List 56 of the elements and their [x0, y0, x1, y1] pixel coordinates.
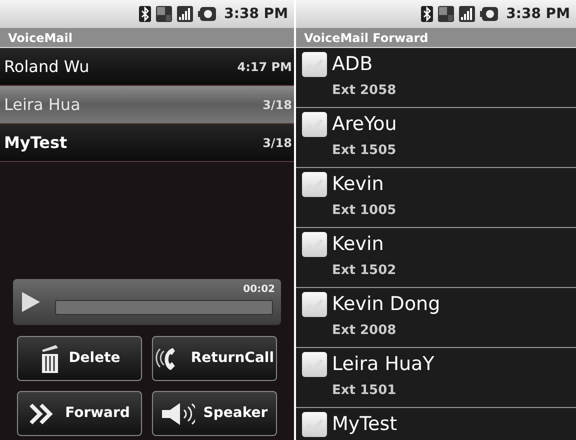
contact-name: Kevin	[332, 232, 384, 258]
message-time: 3/18	[262, 96, 292, 114]
contact-row[interactable]: Leira HuaY Ext 1501	[296, 348, 576, 408]
checkbox[interactable]	[302, 412, 327, 437]
contact-name: Kevin Dong	[332, 292, 440, 318]
contact-row[interactable]: ADB Ext 2058	[296, 48, 576, 108]
progress-track[interactable]	[55, 300, 273, 314]
bluetooth-icon	[139, 6, 152, 22]
battery-unknown-icon	[480, 7, 498, 21]
status-time: 3:38 PM	[506, 4, 570, 24]
message-time: 4:17 PM	[237, 58, 292, 76]
checkbox[interactable]	[302, 172, 327, 197]
contact-row[interactable]: MyTest	[296, 408, 576, 440]
extension: Ext 1501	[332, 382, 398, 400]
extension: Ext 1505	[332, 142, 398, 160]
checkbox[interactable]	[302, 292, 327, 317]
checkbox[interactable]	[302, 352, 327, 377]
play-icon[interactable]	[21, 291, 41, 313]
contact-row[interactable]: AreYou Ext 1505	[296, 108, 576, 168]
battery-unknown-icon	[198, 7, 216, 21]
caller-name: MyTest	[4, 132, 68, 154]
contact-name: AreYou	[332, 112, 397, 138]
app-title-bar: VoiceMail Forward	[296, 28, 576, 48]
contact-name: Kevin	[332, 172, 384, 198]
contact-name: Leira HuaY	[332, 352, 434, 378]
network-icon	[156, 6, 172, 22]
status-time: 3:38 PM	[224, 4, 288, 24]
contact-row[interactable]: Kevin Ext 1502	[296, 228, 576, 288]
extension: Ext 2008	[332, 322, 398, 340]
action-button[interactable]: Speaker	[152, 391, 277, 436]
contact-name: MyTest	[332, 412, 398, 438]
speaker-icon	[161, 402, 196, 426]
elapsed-time: 00:02	[243, 283, 275, 297]
contact-row[interactable]: Kevin Ext 1005	[296, 168, 576, 228]
app-title-bar: VoiceMail	[0, 28, 294, 48]
network-icon	[438, 6, 454, 22]
signal-icon	[177, 6, 194, 22]
checkbox[interactable]	[302, 52, 327, 77]
action-button[interactable]: ReturnCall	[152, 336, 277, 381]
extension: Ext 1502	[332, 262, 398, 280]
signal-icon	[459, 6, 476, 22]
voicemail-row[interactable]: Leira Hua 3/18	[0, 86, 294, 124]
checkbox[interactable]	[302, 232, 327, 257]
extension: Ext 1005	[332, 202, 398, 220]
checkbox[interactable]	[302, 112, 327, 137]
voicemail-row[interactable]: MyTest 3/18	[0, 124, 294, 162]
extension: Ext 2058	[332, 82, 398, 100]
contact-name: ADB	[332, 52, 373, 78]
voicemail-row[interactable]: Roland Wu 4:17 PM	[0, 48, 294, 86]
bluetooth-icon	[421, 6, 434, 22]
caller-name: Roland Wu	[4, 56, 90, 78]
contact-row[interactable]: Kevin Dong Ext 2008	[296, 288, 576, 348]
message-time: 3/18	[262, 134, 292, 152]
action-button[interactable]: Delete	[17, 336, 142, 381]
caller-name: Leira Hua	[4, 94, 80, 116]
action-button[interactable]: Forward	[17, 391, 142, 436]
